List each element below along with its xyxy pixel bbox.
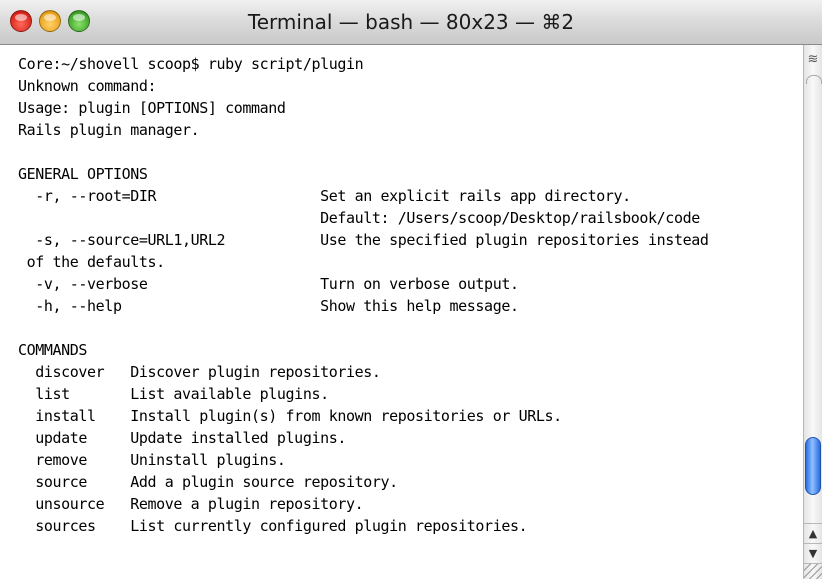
terminal-line: -h, --help Show this help message. bbox=[18, 297, 519, 315]
terminal-line: list List available plugins. bbox=[18, 385, 329, 403]
terminal-line: update Update installed plugins. bbox=[18, 429, 346, 447]
title-bar[interactable]: Terminal — bash — 80x23 — ⌘2 bbox=[0, 0, 822, 45]
terminal-line: -v, --verbose Turn on verbose output. bbox=[18, 275, 519, 293]
terminal-line: -s, --source=URL1,URL2 Use the specified… bbox=[18, 231, 709, 249]
terminal-line: install Install plugin(s) from known rep… bbox=[18, 407, 562, 425]
terminal-line: Usage: plugin [OPTIONS] command bbox=[18, 99, 286, 117]
terminal-line: GENERAL OPTIONS bbox=[18, 165, 148, 183]
scroll-track-top bbox=[806, 75, 822, 84]
arrow-up-icon[interactable]: ▲ bbox=[804, 523, 822, 544]
terminal-line: unsource Remove a plugin repository. bbox=[18, 495, 364, 513]
terminal-line: of the defaults. bbox=[18, 253, 166, 271]
terminal-output[interactable]: Core:~/shovell scoop$ ruby script/plugin… bbox=[0, 45, 803, 579]
terminal-line: COMMANDS bbox=[18, 341, 88, 359]
terminal-line: Rails plugin manager. bbox=[18, 121, 200, 139]
vertical-scrollbar[interactable]: ≋ ▲ ▼ bbox=[803, 45, 822, 579]
split-view-icon[interactable]: ≋ bbox=[804, 51, 822, 69]
terminal-line: Core:~/shovell scoop$ ruby script/plugin bbox=[18, 55, 364, 73]
terminal-line: discover Discover plugin repositories. bbox=[18, 363, 381, 381]
arrow-down-icon[interactable]: ▼ bbox=[804, 543, 822, 564]
resize-grip-icon[interactable] bbox=[804, 563, 822, 579]
window-title: Terminal — bash — 80x23 — ⌘2 bbox=[247, 10, 575, 34]
terminal-window: Terminal — bash — 80x23 — ⌘2 Core:~/shov… bbox=[0, 0, 822, 579]
terminal-line: -r, --root=DIR Set an explicit rails app… bbox=[18, 187, 631, 205]
terminal-line: Default: /Users/scoop/Desktop/railsbook/… bbox=[18, 209, 700, 227]
terminal-line: remove Uninstall plugins. bbox=[18, 451, 286, 469]
terminal-line: source Add a plugin source repository. bbox=[18, 473, 398, 491]
terminal-line: sources List currently configured plugin… bbox=[18, 517, 528, 535]
terminal-line: Unknown command: bbox=[18, 77, 157, 95]
scroll-thumb[interactable] bbox=[805, 437, 821, 495]
